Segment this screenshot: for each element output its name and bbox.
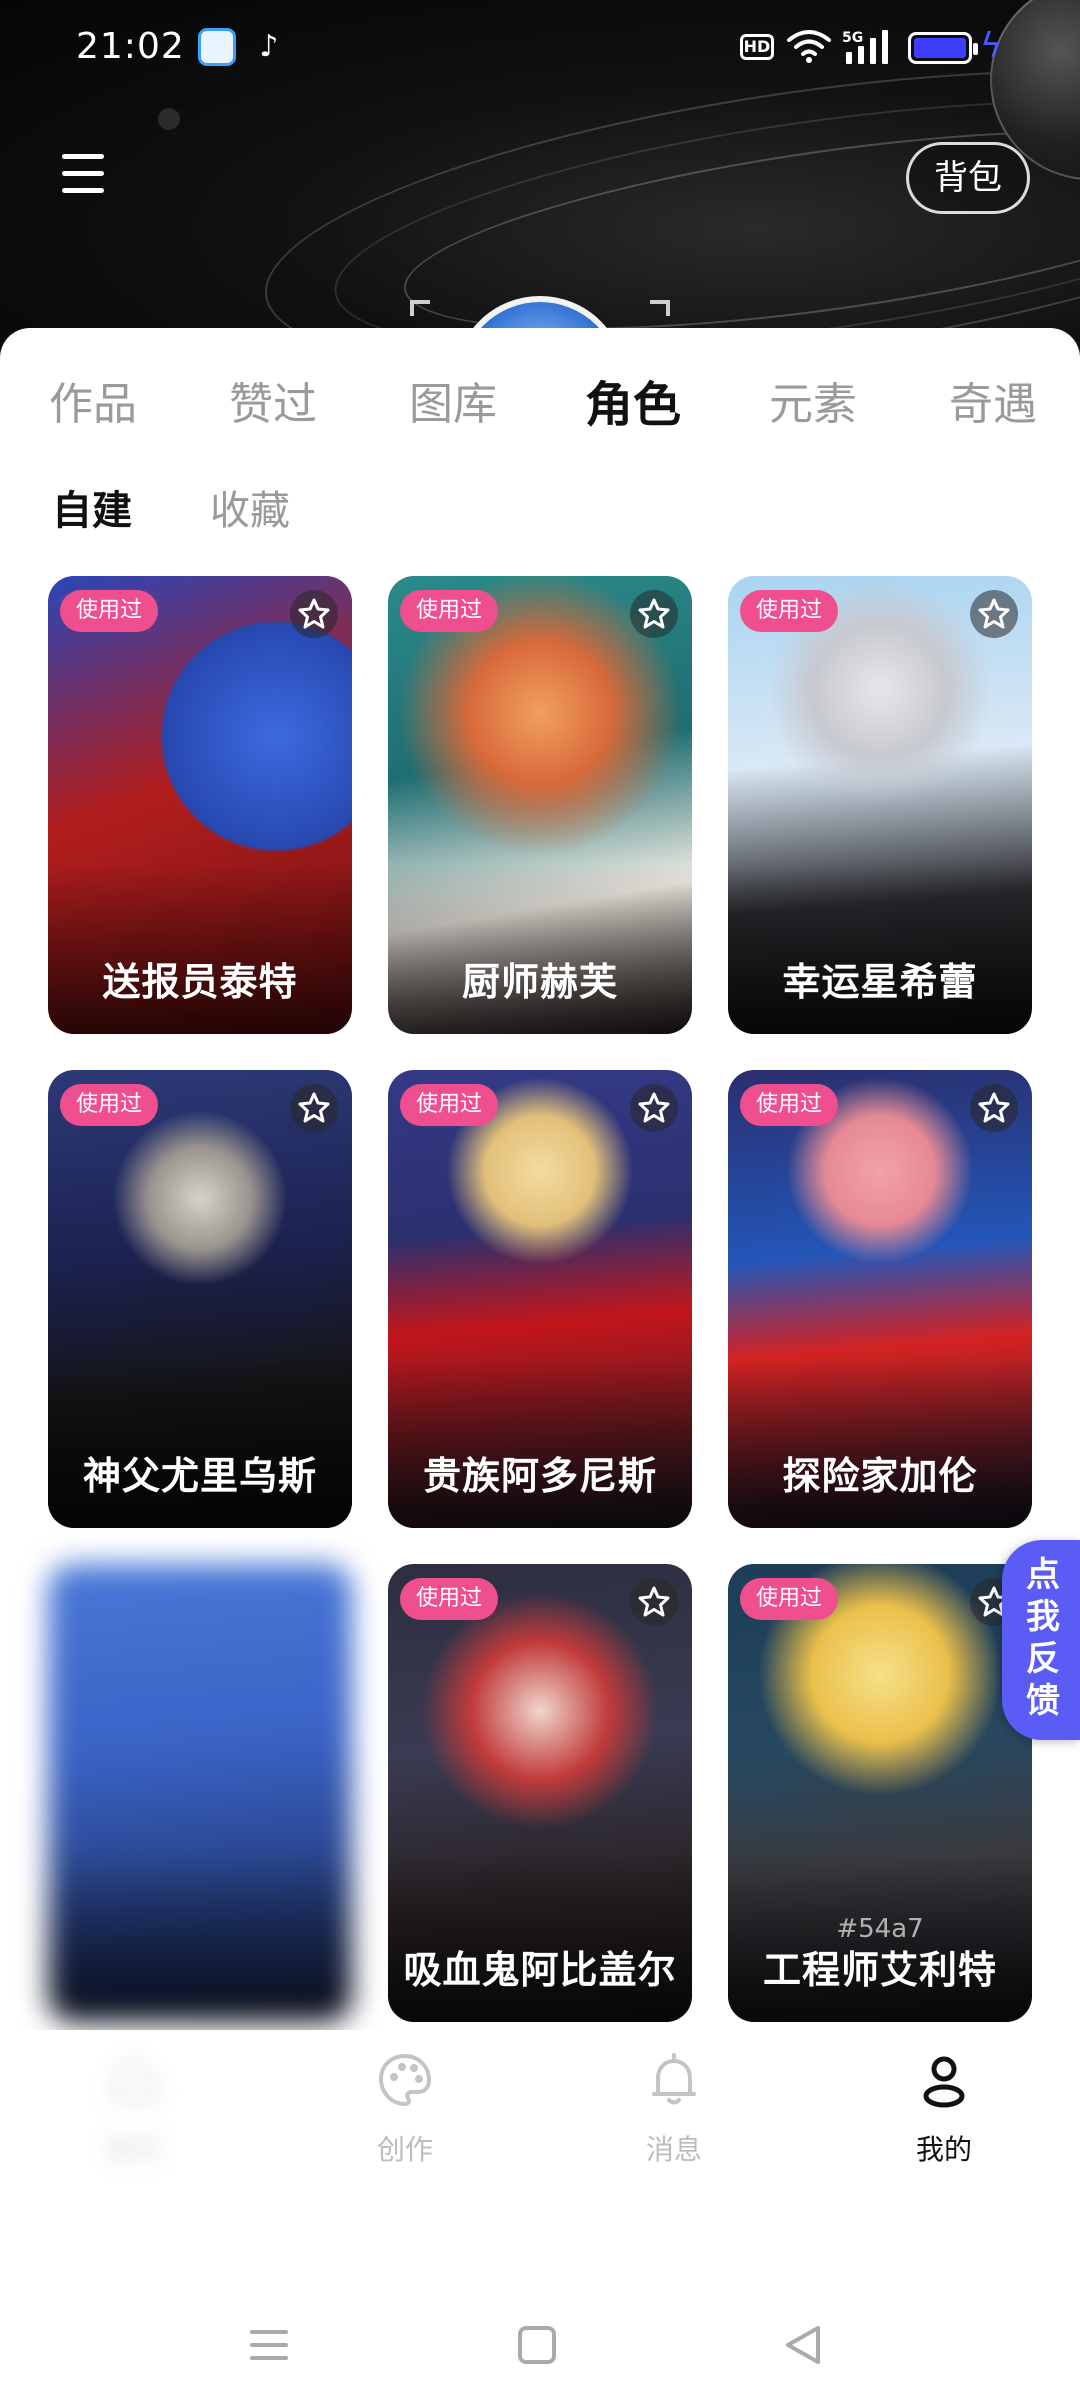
small-planet <box>158 108 180 130</box>
card-shade <box>728 864 1032 1034</box>
hd-icon: HD <box>740 34 774 60</box>
tab-gallery[interactable]: 图库 <box>393 368 513 432</box>
tab-encounters[interactable]: 奇遇 <box>933 368 1053 432</box>
character-card[interactable]: 使用过 #54a7 工程师艾利特 <box>728 1564 1032 2022</box>
system-nav-bar <box>0 2290 1080 2400</box>
cellular-signal-icon: 5G <box>842 30 888 64</box>
nav-label: 我的 <box>915 2133 972 2166</box>
nav-create[interactable]: 创作 <box>335 2050 475 2168</box>
favorite-star-icon[interactable] <box>630 1578 678 1626</box>
used-badge: 使用过 <box>60 1084 159 1126</box>
card-shade <box>388 1852 692 2022</box>
character-card[interactable]: 使用过 吸血鬼阿比盖尔 <box>388 1564 692 2022</box>
charging-icon: ϟ <box>980 26 1003 66</box>
card-shade <box>728 1358 1032 1528</box>
wifi-icon <box>787 30 831 63</box>
character-card[interactable]: 使用过 神父尤里乌斯 <box>48 1070 352 1528</box>
favorite-star-icon[interactable] <box>970 590 1018 638</box>
character-name: 送报员泰特 <box>102 960 298 1004</box>
favorite-star-icon[interactable] <box>630 1084 678 1132</box>
status-bar: 21:02 ♪ HD 5G ϟ <box>0 0 1080 96</box>
status-time: 21:02 <box>76 26 185 67</box>
card-shade <box>388 864 692 1034</box>
character-name: 幸运星希蕾 <box>782 960 978 1004</box>
tab-characters[interactable]: 角色 <box>573 365 693 435</box>
tiktok-icon: ♪ <box>259 29 279 64</box>
used-badge: 使用过 <box>400 590 499 632</box>
character-name: 探险家加伦 <box>782 1454 978 1498</box>
favorite-star-icon[interactable] <box>630 590 678 638</box>
character-card[interactable]: 使用过 厨师赫芙 <box>388 576 692 1034</box>
character-card[interactable] <box>48 1564 352 2022</box>
favorite-star-icon[interactable] <box>970 1084 1018 1132</box>
tab-liked[interactable]: 赞过 <box>213 368 333 432</box>
character-subtabs: 自建 收藏 <box>0 478 1080 538</box>
card-shade <box>388 1358 692 1528</box>
character-card[interactable]: 使用过 贵族阿多尼斯 <box>388 1070 692 1528</box>
tab-works[interactable]: 作品 <box>33 368 153 432</box>
home-icon <box>112 2058 156 2102</box>
bag-button[interactable]: 背包 <box>906 142 1030 214</box>
subtab-favorites[interactable]: 收藏 <box>210 478 290 536</box>
character-card[interactable]: 使用过 探险家加伦 <box>728 1070 1032 1528</box>
network-type-label: 5G <box>842 30 863 46</box>
card-shade <box>48 1852 352 2022</box>
nav-label: 创作 <box>376 2133 433 2166</box>
favorite-star-icon[interactable] <box>290 590 338 638</box>
character-name: 神父尤里乌斯 <box>82 1454 317 1498</box>
card-shade <box>48 864 352 1034</box>
battery-icon <box>908 32 978 64</box>
used-badge: 使用过 <box>400 1578 499 1620</box>
home-square-icon[interactable] <box>512 2320 562 2370</box>
character-card[interactable]: 使用过 幸运星希蕾 <box>728 576 1032 1034</box>
feedback-button[interactable]: 点我反馈 <box>1002 1540 1080 1740</box>
palette-icon <box>378 2053 432 2107</box>
user-icon <box>923 2056 965 2108</box>
bottom-nav: 首页 创作 消息 我的 <box>0 2030 1080 2190</box>
subtab-custom[interactable]: 自建 <box>52 478 132 536</box>
used-badge: 使用过 <box>400 1084 499 1126</box>
bell-icon <box>652 2053 696 2105</box>
app-notification-icon <box>198 28 236 66</box>
nav-messages[interactable]: 消息 <box>604 2050 744 2168</box>
tab-elements[interactable]: 元素 <box>753 368 873 432</box>
used-badge: 使用过 <box>60 590 159 632</box>
character-name: 贵族阿多尼斯 <box>422 1454 657 1498</box>
used-badge: 使用过 <box>740 1578 839 1620</box>
nav-profile[interactable]: 我的 <box>874 2050 1014 2168</box>
character-name: 吸血鬼阿比盖尔 <box>403 1948 677 1992</box>
nav-label: 首页 <box>105 2133 162 2166</box>
character-name: 工程师艾利特 <box>762 1948 997 1992</box>
avatar-frame-corner <box>650 300 670 316</box>
nav-home[interactable]: 首页 <box>64 2050 204 2168</box>
character-name: 厨师赫芙 <box>461 960 618 1004</box>
nav-label: 消息 <box>645 2133 702 2166</box>
menu-icon[interactable] <box>62 154 104 194</box>
character-card[interactable]: 使用过 送报员泰特 <box>48 576 352 1034</box>
card-shade <box>48 1358 352 1528</box>
favorite-star-icon[interactable] <box>290 1084 338 1132</box>
used-badge: 使用过 <box>740 590 839 632</box>
recent-apps-icon[interactable] <box>244 2320 294 2370</box>
back-triangle-icon[interactable] <box>778 2320 828 2370</box>
used-badge: 使用过 <box>740 1084 839 1126</box>
profile-tabs: 作品 赞过 图库 角色 元素 奇遇 <box>0 368 1080 438</box>
avatar-frame-corner <box>410 300 430 316</box>
